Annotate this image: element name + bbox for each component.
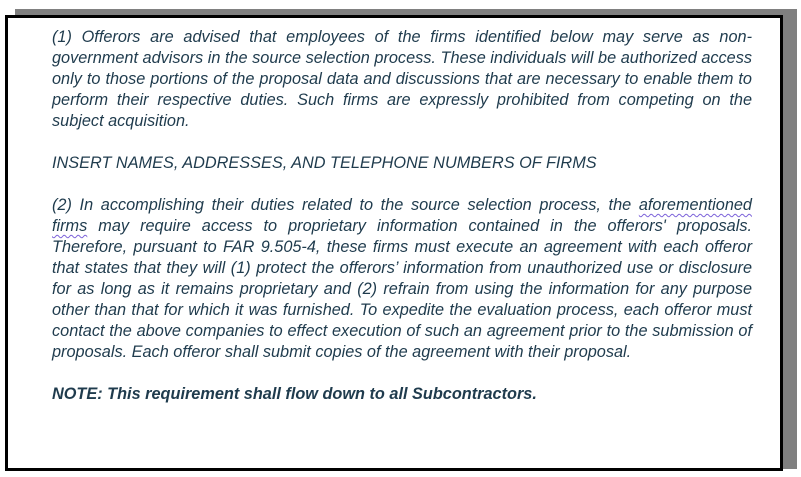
paragraph-2-start: (2) In accomplishing their duties relate…: [52, 196, 639, 214]
insert-firms-line: INSERT NAMES, ADDRESSES, AND TELEPHONE N…: [52, 154, 597, 172]
text-box: (1) Offerors are advised that employees …: [5, 15, 783, 471]
paragraph-2: (2) In accomplishing their duties relate…: [52, 195, 752, 363]
paragraph-1: (1) Offerors are advised that employees …: [52, 28, 752, 130]
document-content: (1) Offerors are advised that employees …: [52, 27, 752, 405]
paragraph-2-rest: may require access to proprietary inform…: [52, 217, 752, 361]
note-line: NOTE: This requirement shall flow down t…: [52, 385, 537, 403]
